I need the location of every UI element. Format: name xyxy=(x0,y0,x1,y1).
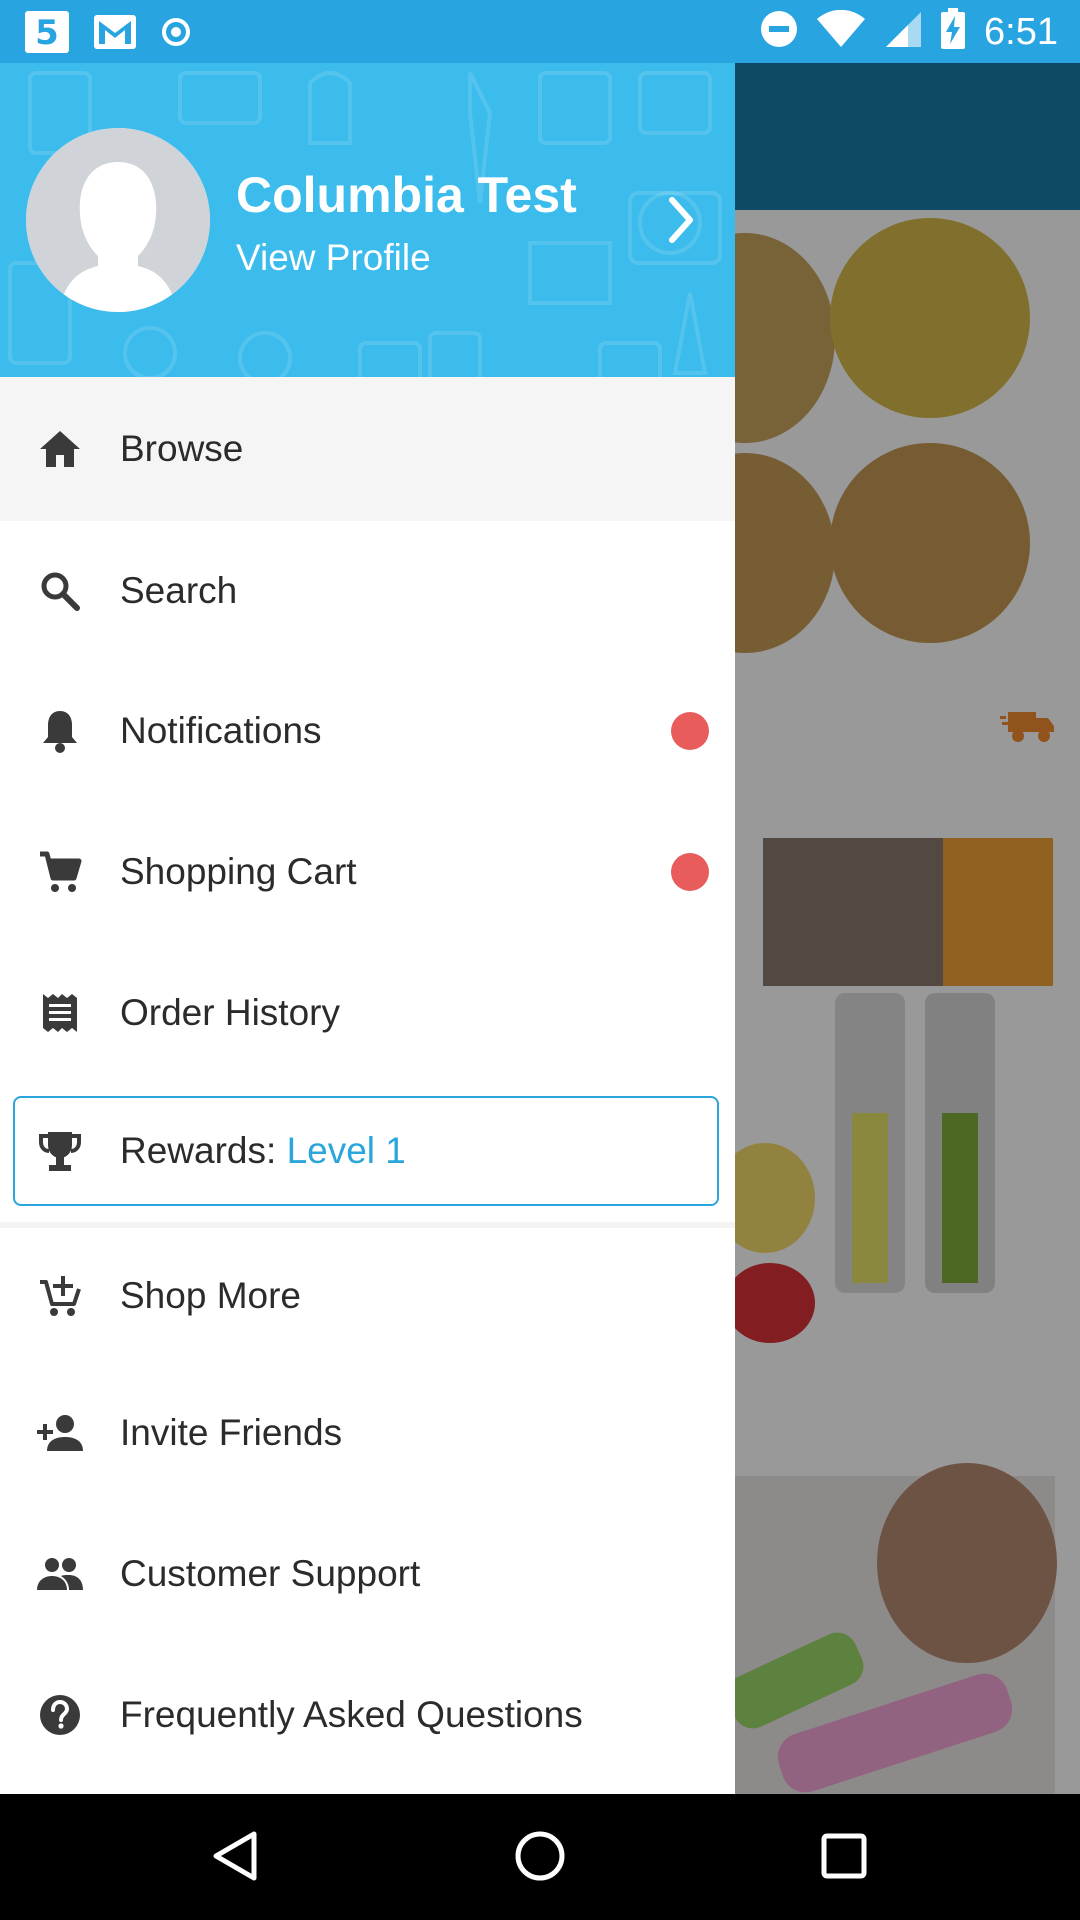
menu-item-shopping-cart[interactable]: Shopping Cart xyxy=(0,801,735,943)
svg-text:5: 5 xyxy=(35,13,59,53)
person-add-icon xyxy=(36,1409,84,1457)
status-bar-system: 6:51 xyxy=(760,8,1058,55)
back-icon[interactable] xyxy=(212,1830,258,1887)
menu-item-search[interactable]: Search xyxy=(0,521,735,661)
background-app-content[interactable] xyxy=(735,63,1080,1794)
menu-item-label: Frequently Asked Questions xyxy=(120,1694,583,1735)
receipt-icon xyxy=(36,989,84,1037)
profile-name: Columbia Test xyxy=(236,167,577,223)
signal-icon xyxy=(884,10,922,53)
menu-item-label: Browse xyxy=(120,428,244,469)
menu-item-customer-support[interactable]: Customer Support xyxy=(0,1503,735,1645)
app-5-icon: 5 xyxy=(24,10,70,59)
home-circle-icon[interactable] xyxy=(514,1830,566,1887)
home-icon xyxy=(36,425,84,473)
menu-item-label: Invite Friends xyxy=(120,1412,343,1453)
rewards-text: Rewards: xyxy=(120,1130,287,1171)
search-icon xyxy=(36,567,84,615)
menu-item-label: Search xyxy=(120,570,238,611)
menu-item-faq[interactable]: Frequently Asked Questions xyxy=(0,1645,735,1785)
menu-item-label: Shopping Cart xyxy=(120,851,357,892)
drawer-header[interactable]: Columbia Test View Profile xyxy=(0,63,735,377)
cart-plus-icon xyxy=(36,1272,84,1320)
navigation-drawer: Columbia Test View Profile Browse Search… xyxy=(0,63,735,1794)
cart-icon xyxy=(36,848,84,896)
avatar[interactable] xyxy=(26,128,210,312)
navigation-bar xyxy=(0,1794,1080,1920)
rewards-label: Rewards: Level 1 xyxy=(120,1130,406,1172)
do-not-disturb-icon xyxy=(760,10,798,53)
status-bar-notifications: 5 xyxy=(24,10,192,59)
chevron-right-icon[interactable] xyxy=(668,196,696,249)
menu-item-label: Notifications xyxy=(120,710,322,751)
wifi-icon xyxy=(816,9,866,53)
bell-icon xyxy=(36,707,84,755)
recents-icon[interactable] xyxy=(820,1832,868,1885)
clock: 6:51 xyxy=(984,10,1058,53)
view-profile-link[interactable]: View Profile xyxy=(236,237,431,279)
help-icon xyxy=(36,1691,84,1739)
people-icon xyxy=(36,1550,84,1598)
menu-item-label: Shop More xyxy=(120,1274,301,1316)
scrim[interactable] xyxy=(735,63,1080,1794)
menu-item-browse[interactable]: Browse xyxy=(0,377,735,521)
notification-badge xyxy=(671,712,709,750)
trophy-icon xyxy=(36,1127,84,1175)
record-icon xyxy=(160,16,192,53)
battery-charging-icon xyxy=(940,8,966,55)
menu-item-rewards[interactable]: Rewards: Level 1 xyxy=(0,1098,735,1204)
menu-item-shop-more[interactable]: Shop More xyxy=(0,1228,735,1363)
cart-badge xyxy=(671,853,709,891)
gmail-icon xyxy=(92,12,138,57)
rewards-level: Level 1 xyxy=(286,1130,406,1171)
status-bar: 5 6:51 xyxy=(0,0,1080,63)
menu-item-notifications[interactable]: Notifications xyxy=(0,661,735,801)
menu-item-order-history[interactable]: Order History xyxy=(0,943,735,1083)
menu-item-label: Order History xyxy=(120,992,340,1033)
menu-item-invite-friends[interactable]: Invite Friends xyxy=(0,1363,735,1503)
default-avatar-icon xyxy=(26,128,210,312)
menu-item-label: Customer Support xyxy=(120,1553,421,1594)
